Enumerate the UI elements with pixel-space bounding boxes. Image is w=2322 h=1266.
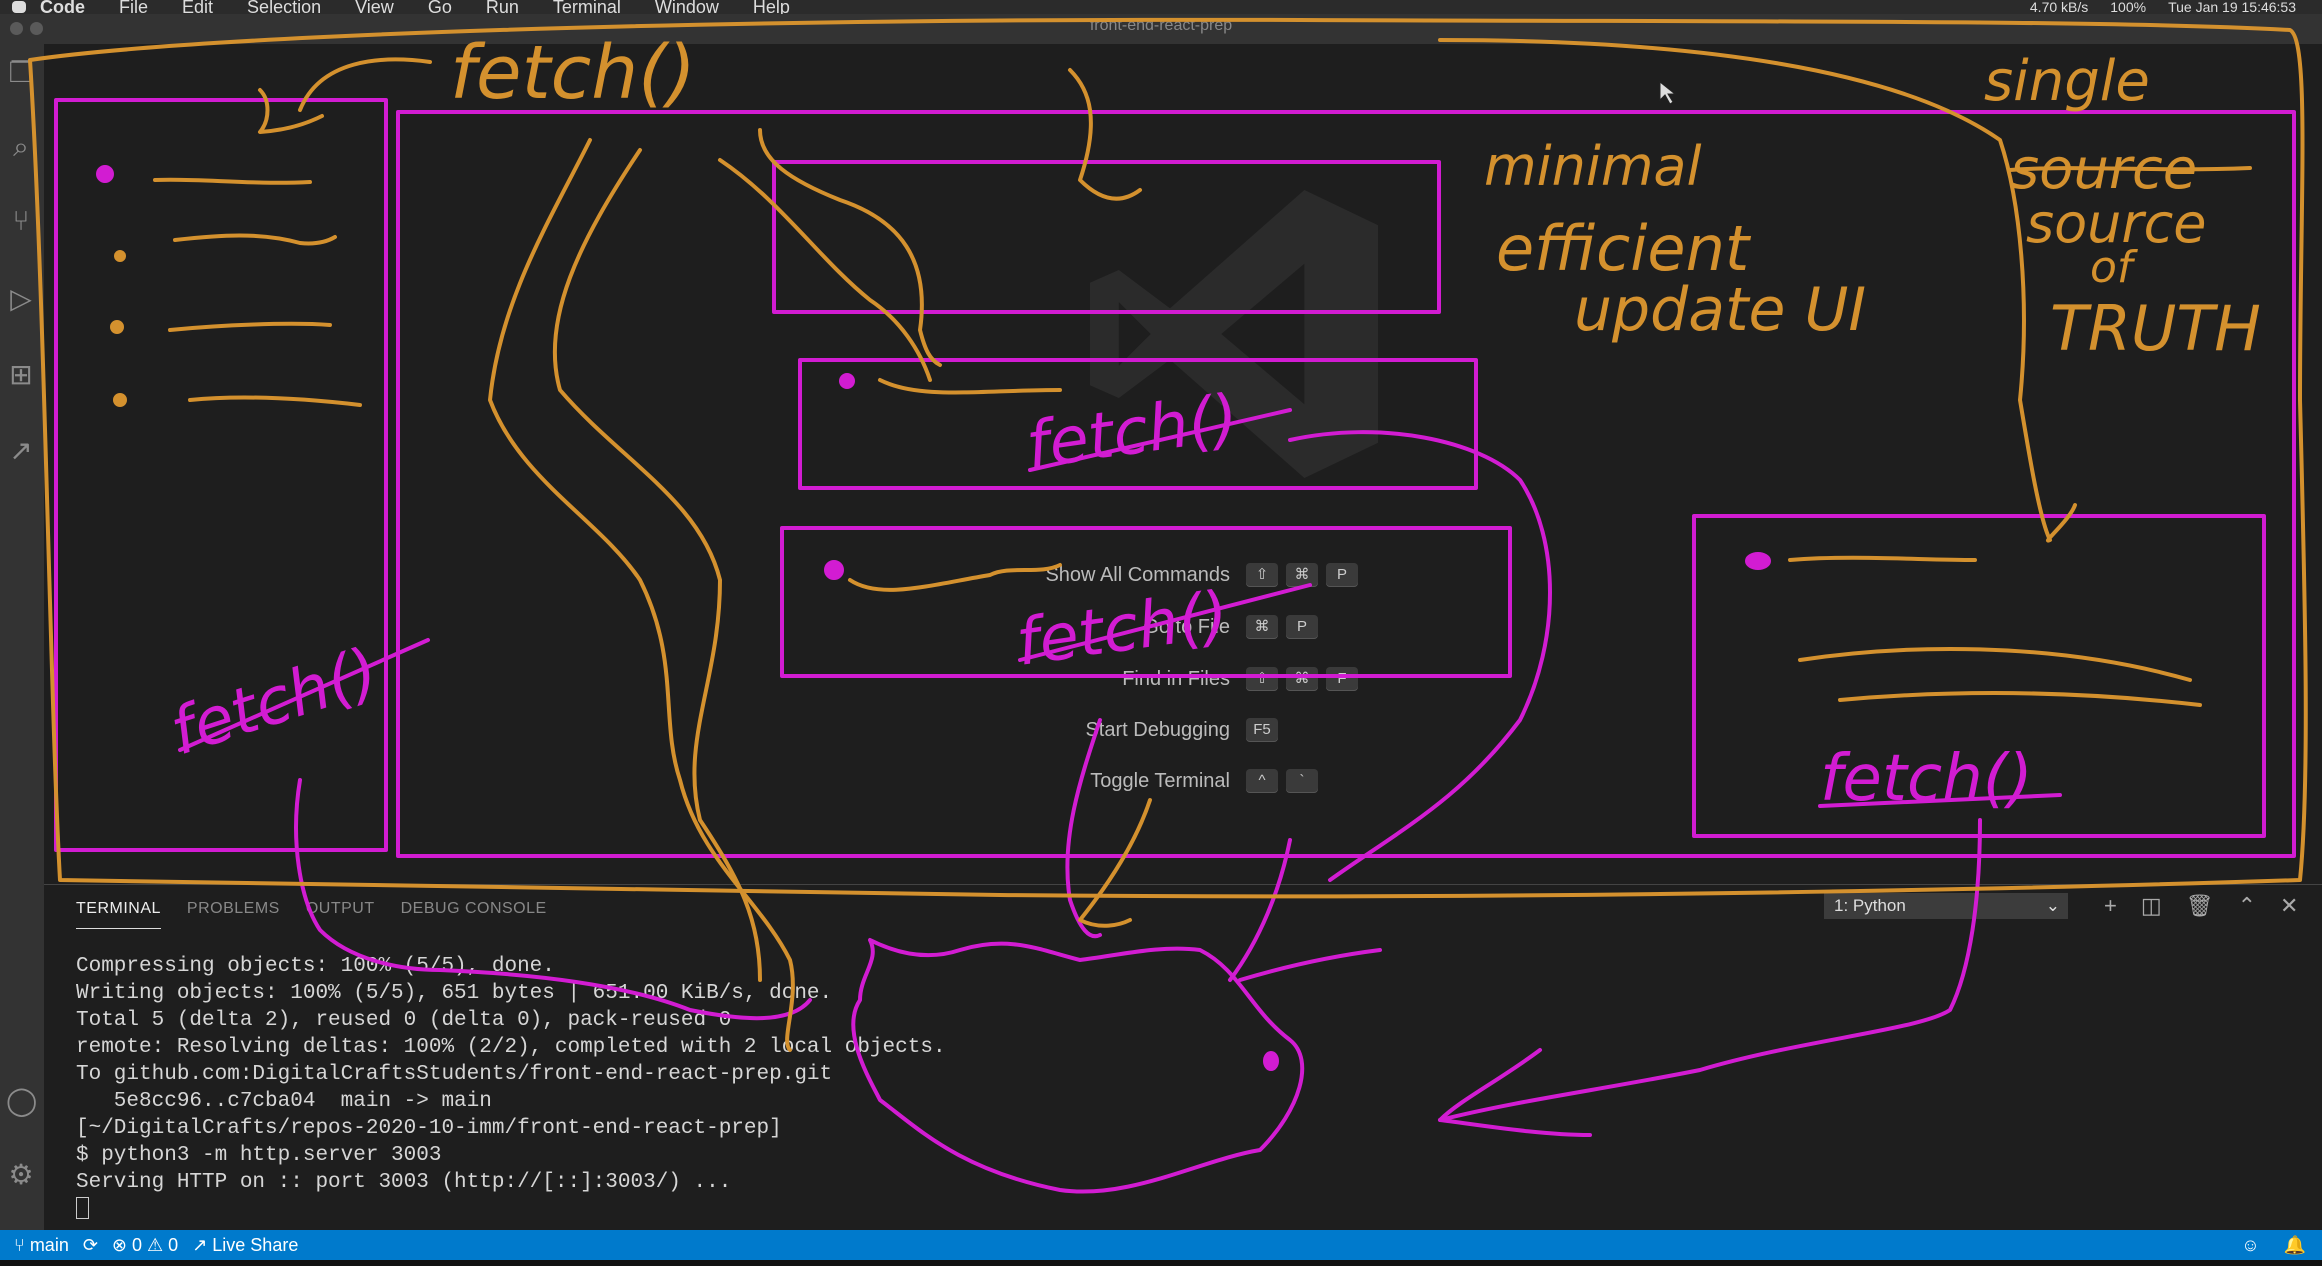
tab-problems[interactable]: PROBLEMS [187, 889, 280, 929]
panel-actions: + ◫ 🗑 ⌃ ✕ [2104, 893, 2298, 919]
close-panel-icon[interactable]: ✕ [2280, 893, 2298, 919]
live-share-button[interactable]: ↗ Live Share [192, 1230, 298, 1260]
terminal-line: [~/DigitalCrafts/repos-2020-10-imm/front… [76, 1117, 782, 1140]
live-share-label: Live Share [212, 1235, 299, 1255]
battery-percent[interactable]: 100% [2110, 0, 2146, 14]
source-control-icon[interactable]: ⑂ [6, 206, 36, 236]
terminal-line: To github.com:DigitalCraftsStudents/fron… [76, 1063, 833, 1086]
terminal-line: Writing objects: 100% (5/5), 651 bytes |… [76, 982, 833, 1005]
key-shift: ⇧ [1246, 667, 1278, 691]
status-bar: ⑂ main ⟳ ⊗ 0 ⚠ 0 ↗ Live Share ☺ 🔔 [0, 1230, 2322, 1260]
command-label: Go to File [1143, 615, 1230, 638]
editor-area[interactable] [44, 44, 2322, 884]
menu-selection[interactable]: Selection [247, 0, 321, 14]
run-debug-icon[interactable]: ▷ [6, 284, 36, 314]
terminal-output[interactable]: Compressing objects: 100% (5/5), done. Wr… [76, 953, 946, 1223]
bottom-panel: TERMINAL PROBLEMS OUTPUT DEBUG CONSOLE 1… [44, 884, 2322, 1231]
branch-name: main [29, 1235, 69, 1255]
new-terminal-plus-icon[interactable]: + [2104, 893, 2117, 919]
settings-gear-icon[interactable]: ⚙ [6, 1160, 36, 1190]
key-cmd: ⌘ [1286, 667, 1318, 691]
menu-view[interactable]: View [355, 0, 394, 14]
command-label: Toggle Terminal [1090, 769, 1230, 792]
tab-debug-console[interactable]: DEBUG CONSOLE [401, 889, 547, 929]
key-p: P [1326, 563, 1358, 587]
terminal-line: $ python3 -m http.server 3003 [76, 1144, 442, 1167]
notifications-bell-icon[interactable]: 🔔 [2284, 1230, 2306, 1260]
panel-tabs: TERMINAL PROBLEMS OUTPUT DEBUG CONSOLE [76, 889, 547, 929]
clock[interactable]: Tue Jan 19 15:46:53 [2168, 0, 2296, 14]
key-cmd: ⌘ [1286, 563, 1318, 587]
terminal-line: remote: Resolving deltas: 100% (2/2), co… [76, 1036, 946, 1059]
minimize-window-button[interactable] [30, 22, 43, 35]
key-p: P [1286, 615, 1318, 639]
split-terminal-icon[interactable]: ◫ [2141, 893, 2162, 919]
key-cmd: ⌘ [1246, 615, 1278, 639]
welcome-command-show-all[interactable]: Show All Commands ⇧ ⌘ P [900, 560, 1500, 590]
problems-indicator[interactable]: ⊗ 0 ⚠ 0 [112, 1230, 178, 1260]
live-share-icon[interactable]: ↗ [6, 436, 36, 466]
warning-count: 0 [168, 1235, 179, 1255]
chevron-down-icon: ⌄ [2045, 896, 2060, 915]
vscode-watermark-logo-icon [1090, 190, 1378, 478]
menu-help[interactable]: Help [753, 0, 790, 14]
accounts-icon[interactable]: ◯ [6, 1086, 37, 1116]
terminal-line: Compressing objects: 100% (5/5), done. [76, 955, 555, 978]
key-f: F [1326, 667, 1358, 691]
welcome-command-toggle-terminal[interactable]: Toggle Terminal ^ ` [900, 766, 1500, 796]
apple-icon[interactable] [12, 1, 26, 13]
command-label: Start Debugging [1085, 718, 1230, 741]
menubar-status-area: 4.70 kB/s 100% Tue Jan 19 15:46:53 [2030, 0, 2296, 14]
error-count: 0 [132, 1235, 143, 1255]
key-f5: F5 [1246, 718, 1278, 742]
maximize-panel-chevron-up-icon[interactable]: ⌃ [2238, 893, 2256, 919]
tab-terminal[interactable]: TERMINAL [76, 889, 161, 929]
window-titlebar: front-end-react-prep [0, 14, 2322, 44]
terminal-line: Serving HTTP on :: port 3003 (http://[::… [76, 1171, 732, 1194]
sync-icon[interactable]: ⟳ [83, 1230, 98, 1260]
kill-terminal-trash-icon[interactable]: 🗑 [2186, 893, 2214, 919]
menu-app-name[interactable]: Code [40, 0, 85, 14]
status-right: ☺ 🔔 [2241, 1230, 2306, 1260]
welcome-command-start-debugging[interactable]: Start Debugging F5 [900, 715, 1500, 745]
activity-bar: ❐ ⌕ ⑂ ▷ ⊞ ↗ ◯ ⚙ [0, 44, 44, 1230]
branch-indicator[interactable]: ⑂ main [14, 1230, 69, 1260]
key-shift: ⇧ [1246, 563, 1278, 587]
terminal-cursor [76, 1197, 89, 1220]
tab-output[interactable]: OUTPUT [306, 889, 375, 929]
command-label: Find in Files [1122, 667, 1230, 690]
welcome-command-find-in-files[interactable]: Find in Files ⇧ ⌘ F [900, 664, 1500, 694]
terminal-line: Total 5 (delta 2), reused 0 (delta 0), p… [76, 1009, 732, 1032]
explorer-icon[interactable]: ❐ [6, 58, 36, 88]
menu-terminal[interactable]: Terminal [553, 0, 621, 14]
menu-go[interactable]: Go [428, 0, 452, 14]
feedback-icon[interactable]: ☺ [2241, 1230, 2259, 1260]
welcome-command-go-to-file[interactable]: Go to File ⌘ P [900, 612, 1500, 642]
terminal-line: 5e8cc96..c7cba04 main -> main [76, 1090, 492, 1113]
window-title: front-end-react-prep [1089, 17, 1233, 34]
key-backtick: ` [1286, 769, 1318, 793]
close-window-button[interactable] [10, 22, 23, 35]
command-label: Show All Commands [1045, 563, 1230, 586]
key-ctrl: ^ [1246, 769, 1278, 793]
menu-run[interactable]: Run [486, 0, 519, 14]
terminal-selector[interactable]: 1: Python ⌄ [1824, 893, 2068, 919]
macos-menubar: Code File Edit Selection View Go Run Ter… [0, 0, 2322, 14]
dock-edge [0, 1260, 2322, 1266]
menu-edit[interactable]: Edit [182, 0, 213, 14]
extensions-icon[interactable]: ⊞ [6, 360, 36, 390]
menu-file[interactable]: File [119, 0, 148, 14]
search-icon[interactable]: ⌕ [6, 132, 36, 162]
menu-window[interactable]: Window [655, 0, 719, 14]
network-speed: 4.70 kB/s [2029, 0, 2089, 14]
terminal-selector-value: 1: Python [1834, 896, 1906, 915]
